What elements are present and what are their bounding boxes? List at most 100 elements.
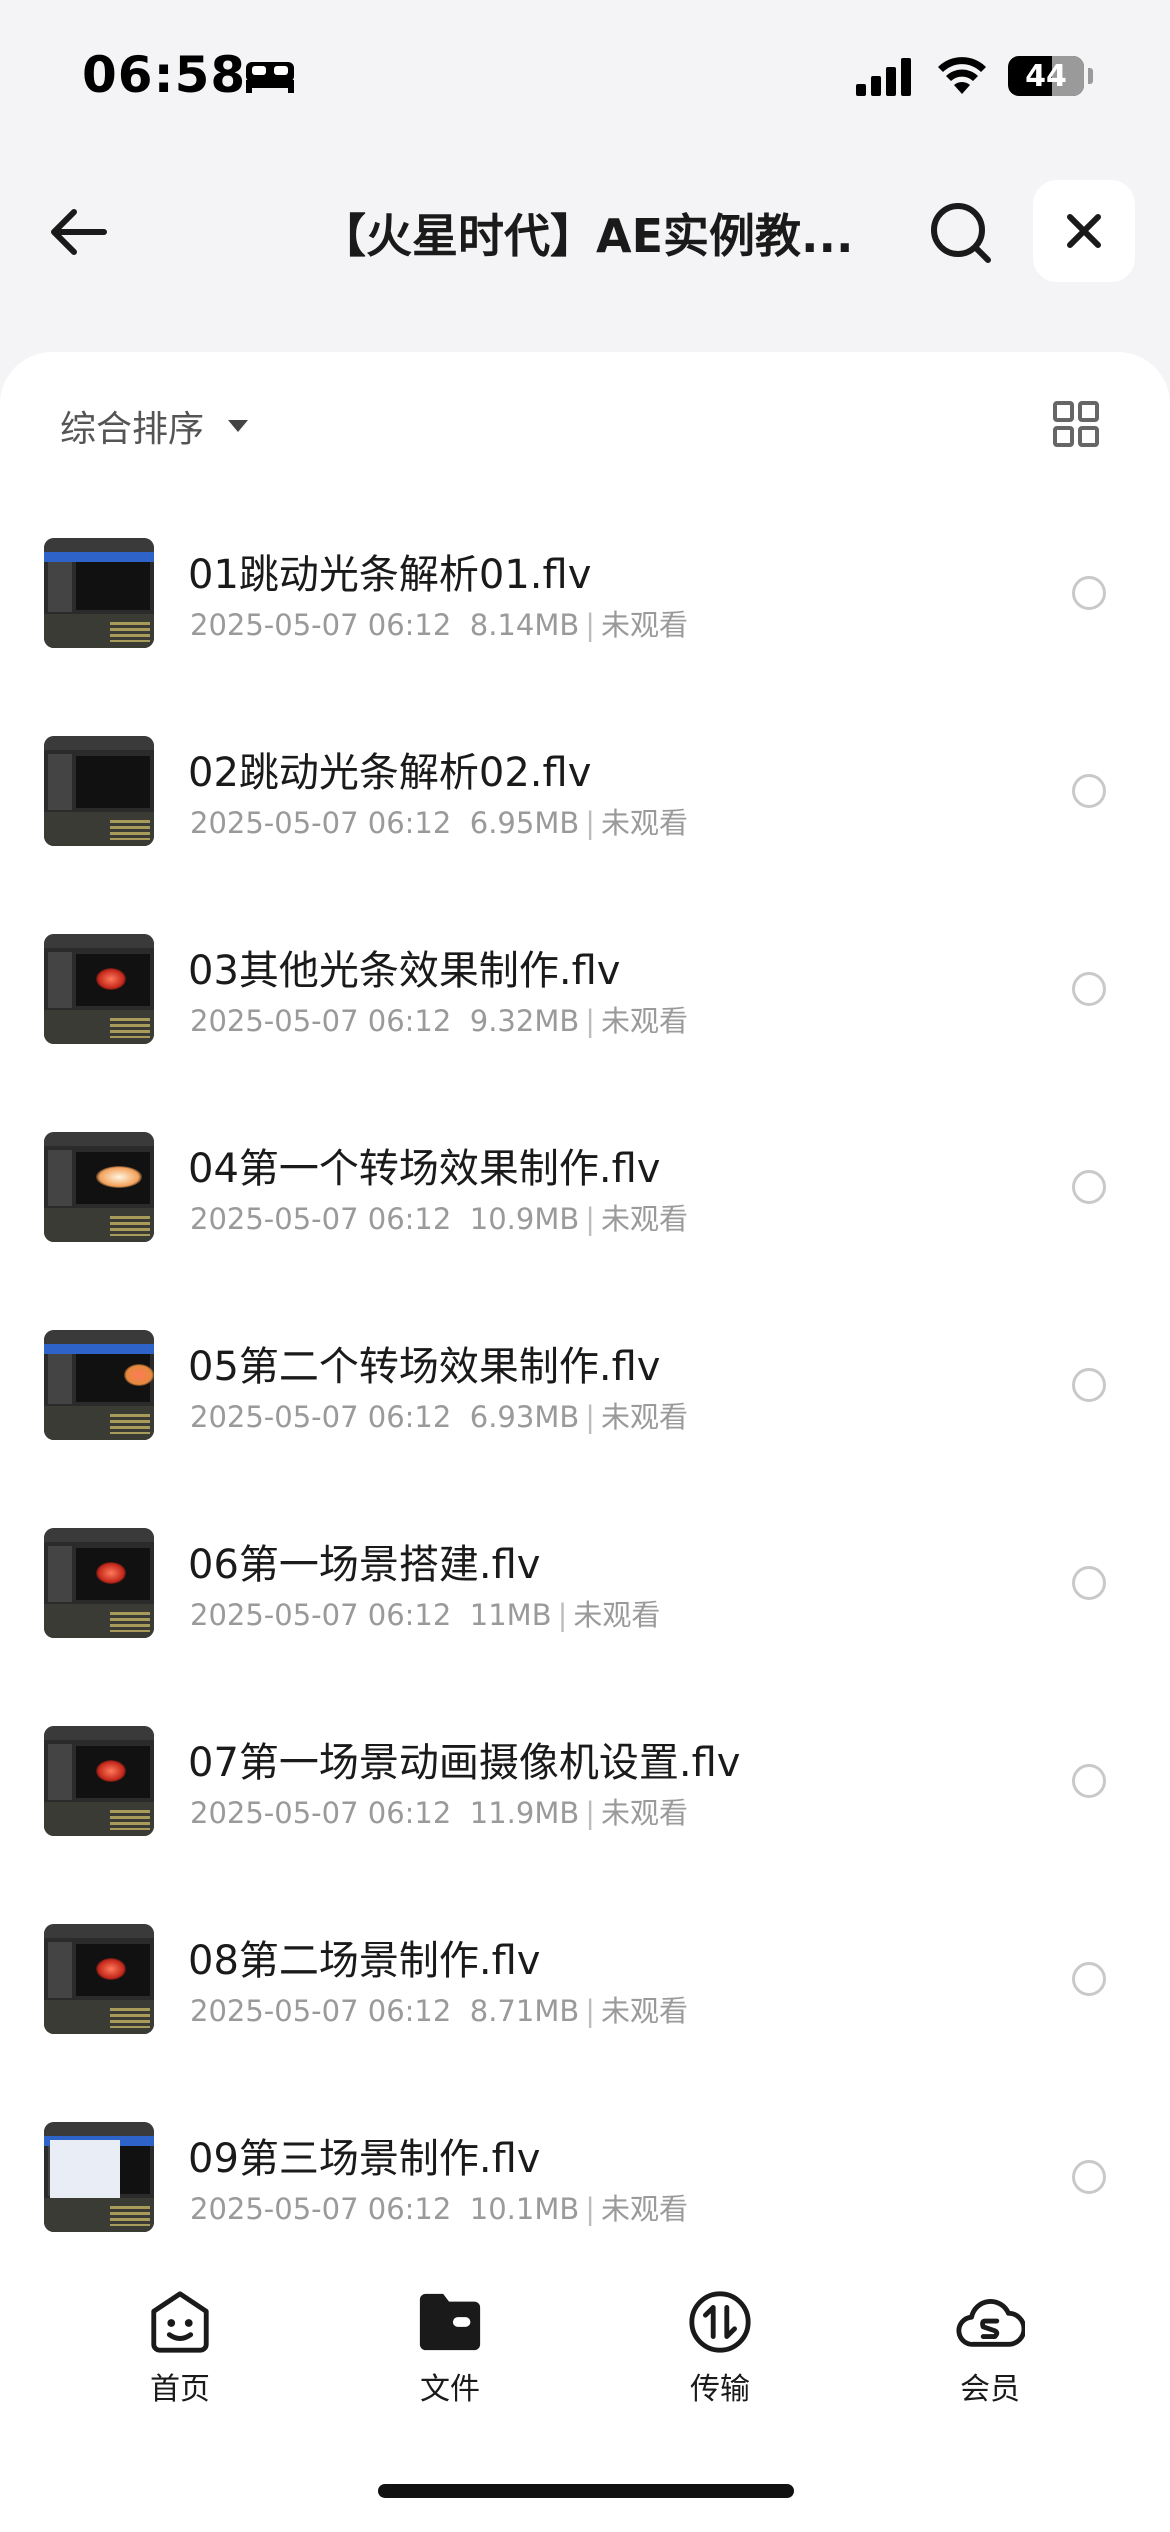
meta-separator: | <box>557 1598 568 1632</box>
watch-status: 未观看 <box>601 1796 689 1830</box>
file-date: 2025-05-07 06:12 <box>190 806 452 840</box>
watch-status: 未观看 <box>601 1994 689 2028</box>
file-date: 2025-05-07 06:12 <box>190 2192 452 2226</box>
meta-separator: | <box>585 608 596 642</box>
file-item[interactable]: 04第一个转场效果制作.flv 2025-05-07 06:12 10.9MB | 未… <box>0 1112 1170 1310</box>
file-meta: 2025-05-07 06:12 9.32MB | 未观看 <box>190 998 688 1040</box>
battery-cap <box>1088 68 1093 84</box>
file-name: 04第一个转场效果制作.flv <box>188 1146 661 1192</box>
meta-separator: | <box>585 2192 596 2226</box>
meta-separator: | <box>585 1202 596 1236</box>
video-thumbnail <box>44 1726 154 1836</box>
file-meta: 2025-05-07 06:12 10.9MB | 未观看 <box>190 1196 688 1238</box>
watch-status: 未观看 <box>601 2192 689 2226</box>
file-item[interactable]: 08第二场景制作.flv 2025-05-07 06:12 8.71MB | 未观看 <box>0 1904 1170 2102</box>
sort-dropdown[interactable]: 综合排序 <box>60 396 250 456</box>
video-thumbnail <box>44 736 154 846</box>
file-meta: 2025-05-07 06:12 8.71MB | 未观看 <box>190 1988 688 2030</box>
header-bar: 【火星时代】AE实例教... <box>0 170 1170 290</box>
bed-icon <box>246 62 294 93</box>
file-date: 2025-05-07 06:12 <box>190 608 452 642</box>
watch-status: 未观看 <box>601 1004 689 1038</box>
select-radio[interactable] <box>1072 1170 1106 1204</box>
file-meta: 2025-05-07 06:12 6.93MB | 未观看 <box>190 1394 688 1436</box>
tab-transfer[interactable]: 传输 <box>630 2288 810 2408</box>
video-thumbnail <box>44 2122 154 2232</box>
file-name: 06第一场景搭建.flv <box>188 1542 541 1588</box>
close-button[interactable] <box>1033 180 1135 282</box>
meta-separator: | <box>585 1796 596 1830</box>
file-name: 01跳动光条解析01.flv <box>188 552 592 598</box>
file-date: 2025-05-07 06:12 <box>190 1004 452 1038</box>
file-name: 02跳动光条解析02.flv <box>188 750 592 796</box>
file-meta: 2025-05-07 06:12 6.95MB | 未观看 <box>190 800 688 842</box>
grid-view-icon[interactable] <box>1052 400 1100 448</box>
file-name: 05第二个转场效果制作.flv <box>188 1344 661 1390</box>
file-item[interactable]: 01跳动光条解析01.flv 2025-05-07 06:12 8.14MB | 未观… <box>0 518 1170 716</box>
select-radio[interactable] <box>1072 1764 1106 1798</box>
select-radio[interactable] <box>1072 1962 1106 1996</box>
smile-face-icon <box>151 2291 209 2353</box>
select-radio[interactable] <box>1072 2160 1106 2194</box>
tab-transfer-label: 传输 <box>690 2372 750 2407</box>
file-item[interactable]: 06第一场景搭建.flv 2025-05-07 06:12 11MB | 未观看 <box>0 1508 1170 1706</box>
file-size: 10.9MB <box>469 1202 580 1236</box>
file-list: 01跳动光条解析01.flv 2025-05-07 06:12 8.14MB | 未观… <box>0 518 1170 2300</box>
file-name: 09第三场景制作.flv <box>188 2136 541 2182</box>
meta-separator: | <box>585 1994 596 2028</box>
select-radio[interactable] <box>1072 774 1106 808</box>
select-radio[interactable] <box>1072 1566 1106 1600</box>
file-date: 2025-05-07 06:12 <box>190 1796 452 1830</box>
file-size: 10.1MB <box>469 2192 580 2226</box>
back-arrow-icon[interactable] <box>44 202 114 262</box>
file-list-card: 综合排序 01跳动光条解析01.flv 2025-05-07 06:12 8.14… <box>0 352 1170 2532</box>
video-thumbnail <box>44 538 154 648</box>
file-size: 8.14MB <box>469 608 580 642</box>
meta-separator: | <box>585 806 596 840</box>
tab-home[interactable]: 首页 <box>90 2288 270 2408</box>
folder-icon <box>419 2293 481 2351</box>
cloud-member-icon <box>956 2299 1025 2347</box>
video-thumbnail <box>44 1924 154 2034</box>
tab-member[interactable]: 会员 <box>900 2288 1080 2408</box>
tab-files-label: 文件 <box>420 2372 480 2407</box>
status-time: 06:58 <box>82 46 247 104</box>
watch-status: 未观看 <box>573 1598 661 1632</box>
battery-icon: 44 <box>1008 56 1084 96</box>
file-size: 11.9MB <box>469 1796 580 1830</box>
video-thumbnail <box>44 1528 154 1638</box>
file-date: 2025-05-07 06:12 <box>190 1598 452 1632</box>
file-name: 07第一场景动画摄像机设置.flv <box>188 1740 741 1786</box>
caret-down-icon <box>228 420 249 432</box>
file-item[interactable]: 05第二个转场效果制作.flv 2025-05-07 06:12 6.93MB | 未… <box>0 1310 1170 1508</box>
signal-icon <box>856 58 911 96</box>
tab-member-label: 会员 <box>960 2372 1020 2407</box>
video-thumbnail <box>44 1132 154 1242</box>
file-item[interactable]: 03其他光条效果制作.flv 2025-05-07 06:12 9.32MB | 未观… <box>0 914 1170 1112</box>
close-icon <box>1067 214 1101 248</box>
file-meta: 2025-05-07 06:12 8.14MB | 未观看 <box>190 602 688 644</box>
file-date: 2025-05-07 06:12 <box>190 1400 452 1434</box>
select-radio[interactable] <box>1072 576 1106 610</box>
select-radio[interactable] <box>1072 1368 1106 1402</box>
transfer-icon <box>689 2291 751 2353</box>
page-title: 【火星时代】AE实例教... <box>320 209 854 263</box>
file-size: 6.93MB <box>469 1400 580 1434</box>
search-icon[interactable] <box>926 198 996 268</box>
file-item[interactable]: 02跳动光条解析02.flv 2025-05-07 06:12 6.95MB | 未观… <box>0 716 1170 914</box>
video-thumbnail <box>44 1330 154 1440</box>
sort-label: 综合排序 <box>60 409 205 450</box>
file-meta: 2025-05-07 06:12 10.1MB | 未观看 <box>190 2186 688 2228</box>
file-name: 08第二场景制作.flv <box>188 1938 541 1984</box>
watch-status: 未观看 <box>601 1202 689 1236</box>
select-radio[interactable] <box>1072 972 1106 1006</box>
tab-files[interactable]: 文件 <box>360 2288 540 2408</box>
wifi-icon <box>938 57 986 94</box>
video-thumbnail <box>44 934 154 1044</box>
file-meta: 2025-05-07 06:12 11.9MB | 未观看 <box>190 1790 688 1832</box>
watch-status: 未观看 <box>601 608 689 642</box>
file-size: 8.71MB <box>469 1994 580 2028</box>
file-date: 2025-05-07 06:12 <box>190 1202 452 1236</box>
file-item[interactable]: 07第一场景动画摄像机设置.flv 2025-05-07 06:12 11.9MB… <box>0 1706 1170 1904</box>
home-indicator <box>378 2484 794 2498</box>
